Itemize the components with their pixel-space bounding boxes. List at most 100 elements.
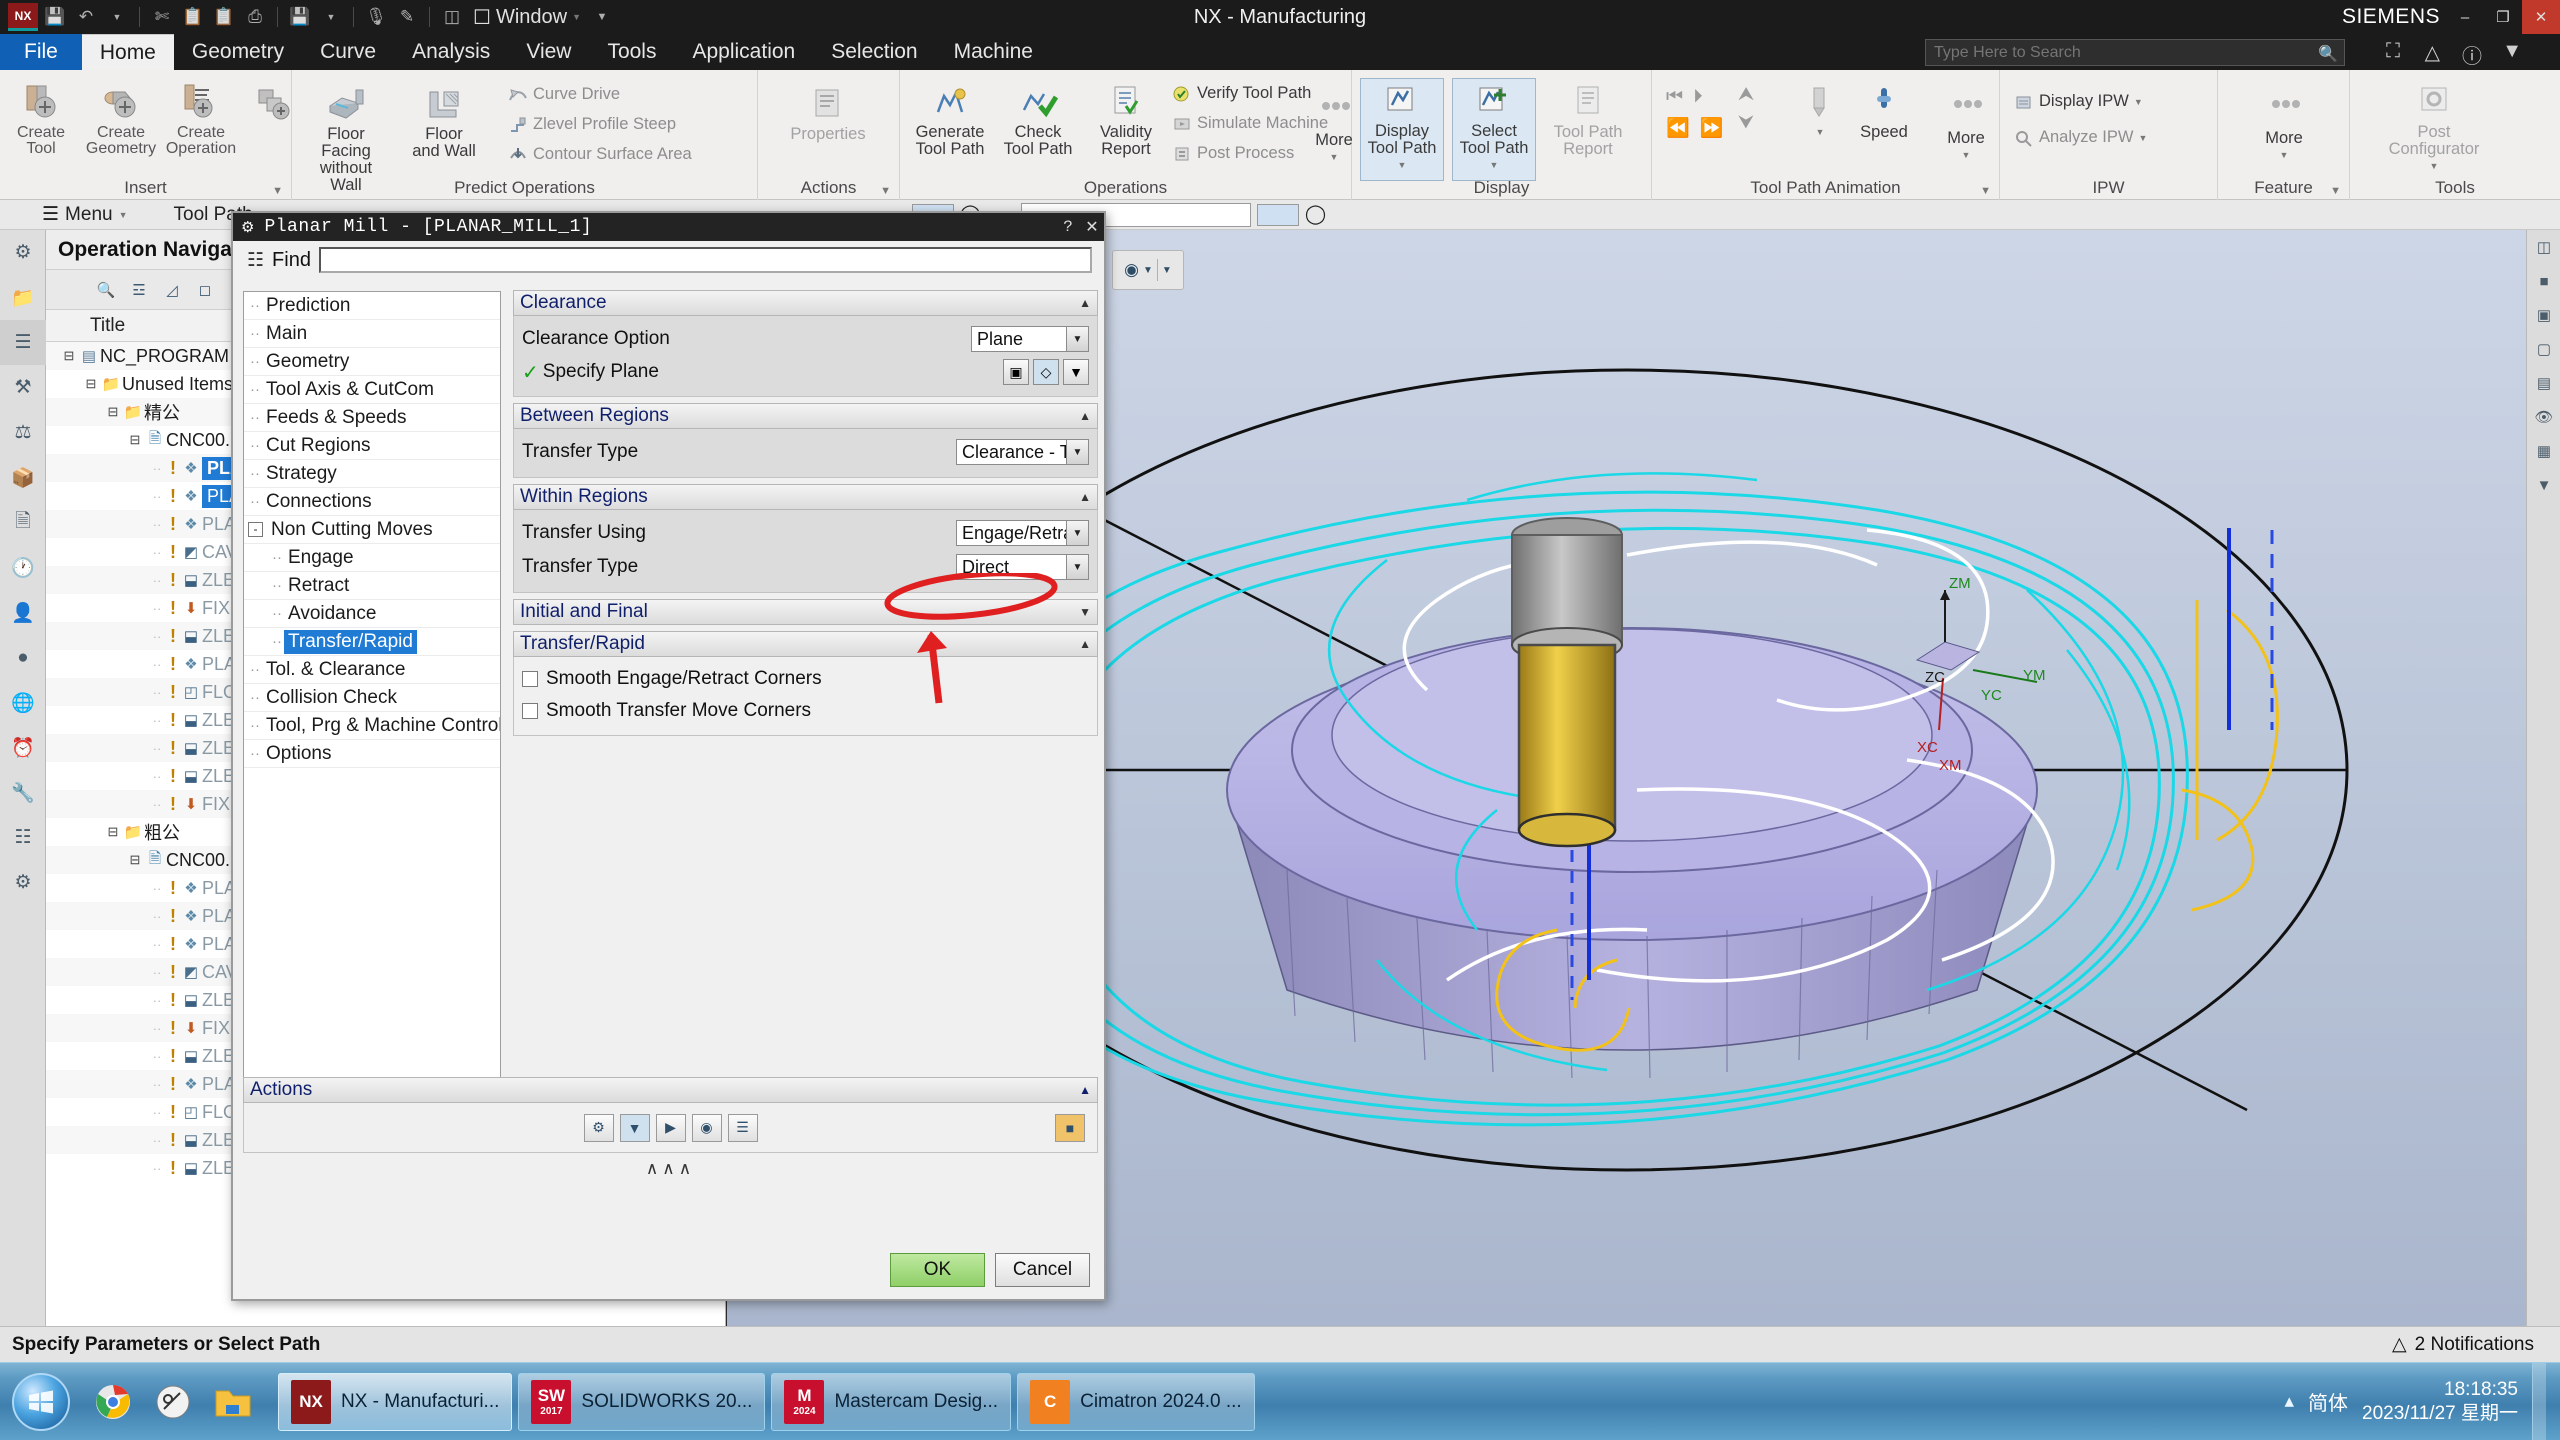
dialog-tree-item[interactable]: ·· Cut Regions bbox=[244, 432, 500, 460]
tray-expand-icon[interactable]: ▴ bbox=[2284, 1390, 2294, 1413]
help-icon[interactable]: ⓘ bbox=[2462, 40, 2482, 69]
dialog-tree-item[interactable]: ·· Geometry bbox=[244, 348, 500, 376]
show-desktop-button[interactable] bbox=[2532, 1362, 2546, 1440]
animation-step-fwd-icon[interactable]: ⏩ bbox=[1700, 116, 1724, 140]
feature-more-button[interactable]: More ▼ bbox=[2242, 90, 2326, 164]
dialog-tree-item[interactable]: ·· Main bbox=[244, 320, 500, 348]
right-rail-style-icon[interactable]: ▤ bbox=[2527, 366, 2560, 400]
create-tool-button[interactable]: Create Tool bbox=[2, 82, 80, 157]
expander-icon[interactable]: ⊟ bbox=[82, 376, 100, 392]
tab-analysis[interactable]: Analysis bbox=[394, 34, 508, 70]
search-input[interactable] bbox=[1925, 39, 2345, 66]
chevron-up-icon[interactable]: ▲ bbox=[1079, 409, 1091, 423]
chevron-down-icon[interactable]: ▼ bbox=[2138, 133, 2147, 143]
start-button[interactable] bbox=[4, 1365, 78, 1439]
view-orientation-toolbar[interactable]: ◉ ▼ ▼ bbox=[1112, 250, 1184, 290]
tab-view[interactable]: View bbox=[508, 34, 589, 70]
right-rail-more-icon[interactable]: ▼ bbox=[2527, 468, 2560, 502]
chevron-down-icon[interactable]: ▼ bbox=[1066, 327, 1088, 351]
expander-icon[interactable]: ⊟ bbox=[126, 432, 144, 448]
actions-group-expander-icon[interactable]: ▼ bbox=[880, 185, 891, 197]
floor-and-wall-button[interactable]: Floor and Wall bbox=[402, 86, 486, 160]
chevron-up-icon[interactable]: ▲ bbox=[1079, 490, 1091, 504]
chevron-down-icon[interactable]: ▼ bbox=[1079, 605, 1091, 619]
dialog-close-button[interactable]: ✕ bbox=[1080, 217, 1104, 237]
chevron-up-icon[interactable]: ▲ bbox=[1079, 296, 1091, 310]
expand-icon[interactable]: ◿ bbox=[158, 276, 186, 304]
within-transfer-using-combo[interactable]: Engage/Retract ▼ bbox=[956, 520, 1089, 546]
planar-mill-dialog[interactable]: ⚙ Planar Mill - [PLANAR_MILL_1] ? ✕ ☷ Fi… bbox=[231, 211, 1106, 1301]
animation-step-back-icon[interactable]: ⏪ bbox=[1666, 116, 1690, 140]
rail-reuse-library[interactable]: 📦 bbox=[0, 455, 46, 500]
right-rail-layer-icon[interactable]: ◫ bbox=[2527, 230, 2560, 264]
tab-curve[interactable]: Curve bbox=[302, 34, 394, 70]
plane-dialog-button[interactable]: ◇ bbox=[1033, 359, 1059, 385]
fullscreen-icon[interactable]: ⛶ bbox=[2386, 40, 2400, 63]
verify-button[interactable]: ◉ bbox=[691, 1113, 722, 1142]
animation-more-button[interactable]: More ▼ bbox=[1924, 90, 2008, 164]
cancel-button[interactable]: Cancel bbox=[995, 1253, 1090, 1287]
rail-tree-icon[interactable]: ☷ bbox=[0, 815, 46, 860]
zlevel-profile-steep-item[interactable]: Zlevel Profile Steep bbox=[508, 115, 676, 134]
orient-view-icon[interactable]: ◉ bbox=[1124, 260, 1139, 280]
dialog-tree-item[interactable]: ·· Feeds & Speeds bbox=[244, 404, 500, 432]
taskbar-clock[interactable]: 18:18:35 2023/11/27 星期一 bbox=[2362, 1378, 2518, 1426]
dialog-tree-item[interactable]: ·· Retract bbox=[244, 572, 500, 600]
dialog-title-bar[interactable]: ⚙ Planar Mill - [PLANAR_MILL_1] ? ✕ bbox=[233, 213, 1104, 241]
minimize-ribbon-icon[interactable]: △ bbox=[2425, 40, 2440, 65]
dialog-tree-item[interactable]: - Non Cutting Moves bbox=[244, 516, 500, 544]
taskbar-item[interactable]: NX NX - Manufacturi... bbox=[278, 1372, 513, 1431]
notifications-indicator[interactable]: △ 2 Notifications bbox=[2392, 1333, 2560, 1356]
verify-tool-path-item[interactable]: Verify Tool Path bbox=[1172, 84, 1311, 103]
ok-button[interactable]: OK bbox=[890, 1253, 985, 1287]
chevron-down-icon[interactable]: ▼ bbox=[119, 210, 128, 220]
rail-part-navigator[interactable]: ⚙ bbox=[0, 230, 46, 275]
tab-geometry[interactable]: Geometry bbox=[174, 34, 302, 70]
smooth-engage-row[interactable]: Smooth Engage/Retract Corners bbox=[522, 663, 1089, 695]
dialog-tree-item[interactable]: ·· Transfer/Rapid bbox=[244, 628, 500, 656]
filter-color-swatch[interactable] bbox=[1256, 203, 1299, 226]
rail-clock[interactable]: ⏰ bbox=[0, 725, 46, 770]
animation-play-icon[interactable]: ⏵ bbox=[1693, 86, 1703, 108]
smooth-engage-checkbox[interactable] bbox=[522, 671, 538, 687]
dialog-tree-item[interactable]: ·· Tool, Prg & Machine Control bbox=[244, 712, 500, 740]
create-geometry-button[interactable]: Create Geometry bbox=[82, 82, 160, 157]
right-rail-wireframe-icon[interactable]: ▢ bbox=[2527, 332, 2560, 366]
menu-button[interactable]: ☰ Menu ▼ bbox=[0, 203, 140, 226]
tab-selection[interactable]: Selection bbox=[813, 34, 935, 70]
tab-home[interactable]: Home bbox=[81, 34, 174, 70]
rail-system-materials[interactable]: ● bbox=[0, 635, 46, 680]
chevron-up-icon[interactable]: ▲ bbox=[1079, 1083, 1091, 1097]
properties-button[interactable]: Properties bbox=[786, 86, 870, 143]
list-button[interactable]: ☰ bbox=[727, 1113, 758, 1142]
chevron-down-icon[interactable]: ▼ bbox=[1398, 157, 1407, 174]
dialog-tree-item[interactable]: ·· Tool Axis & CutCom bbox=[244, 376, 500, 404]
tab-application[interactable]: Application bbox=[674, 34, 813, 70]
display-tool-path-button[interactable]: Display Tool Path ▼ bbox=[1360, 78, 1444, 181]
chevron-down-icon[interactable]: ▼ bbox=[1330, 149, 1339, 166]
search-icon[interactable]: 🔍 bbox=[2318, 44, 2338, 64]
select-tool-path-button[interactable]: Select Tool Path ▼ bbox=[1452, 78, 1536, 181]
dialog-tree-item[interactable]: ·· Strategy bbox=[244, 460, 500, 488]
right-rail-shade-icon[interactable]: ▣ bbox=[2527, 298, 2560, 332]
tab-file[interactable]: File bbox=[0, 34, 82, 70]
dialog-collapse-handle[interactable]: ∧∧∧ bbox=[243, 1159, 1098, 1179]
animation-down-icon[interactable]: ⮟ bbox=[1738, 112, 1754, 134]
dialog-help-button[interactable]: ? bbox=[1056, 218, 1080, 236]
section-initial-final-header[interactable]: Initial and Final ▼ bbox=[513, 599, 1098, 625]
chevron-down-icon[interactable]: ▼ bbox=[1066, 440, 1088, 464]
animation-up-icon[interactable]: ⮝ bbox=[1738, 84, 1754, 106]
right-rail-render-icon[interactable]: ■ bbox=[2527, 264, 2560, 298]
chevron-down-icon[interactable]: ▼ bbox=[2134, 97, 2143, 107]
dialog-parameter-tree[interactable]: ·· Prediction ·· Main ·· Geometry ·· Tool Axis … bbox=[243, 291, 501, 1136]
rail-part-templates[interactable]: 🗎 bbox=[0, 500, 46, 545]
close-button[interactable]: ✕ bbox=[2522, 0, 2560, 34]
dialog-tree-item[interactable]: ·· Tol. & Clearance bbox=[244, 656, 500, 684]
within-transfer-type-combo[interactable]: Direct ▼ bbox=[956, 554, 1089, 580]
chevron-down-icon[interactable]: ▼ bbox=[1490, 157, 1499, 174]
folder-icon[interactable] bbox=[210, 1379, 256, 1425]
dialog-tree-item[interactable]: ·· Connections bbox=[244, 488, 500, 516]
specify-plane-select-button[interactable]: ▣ bbox=[1003, 359, 1029, 385]
section-within-regions-header[interactable]: Within Regions ▲ bbox=[513, 484, 1098, 510]
animation-first-icon[interactable]: ⏮ bbox=[1666, 86, 1683, 108]
